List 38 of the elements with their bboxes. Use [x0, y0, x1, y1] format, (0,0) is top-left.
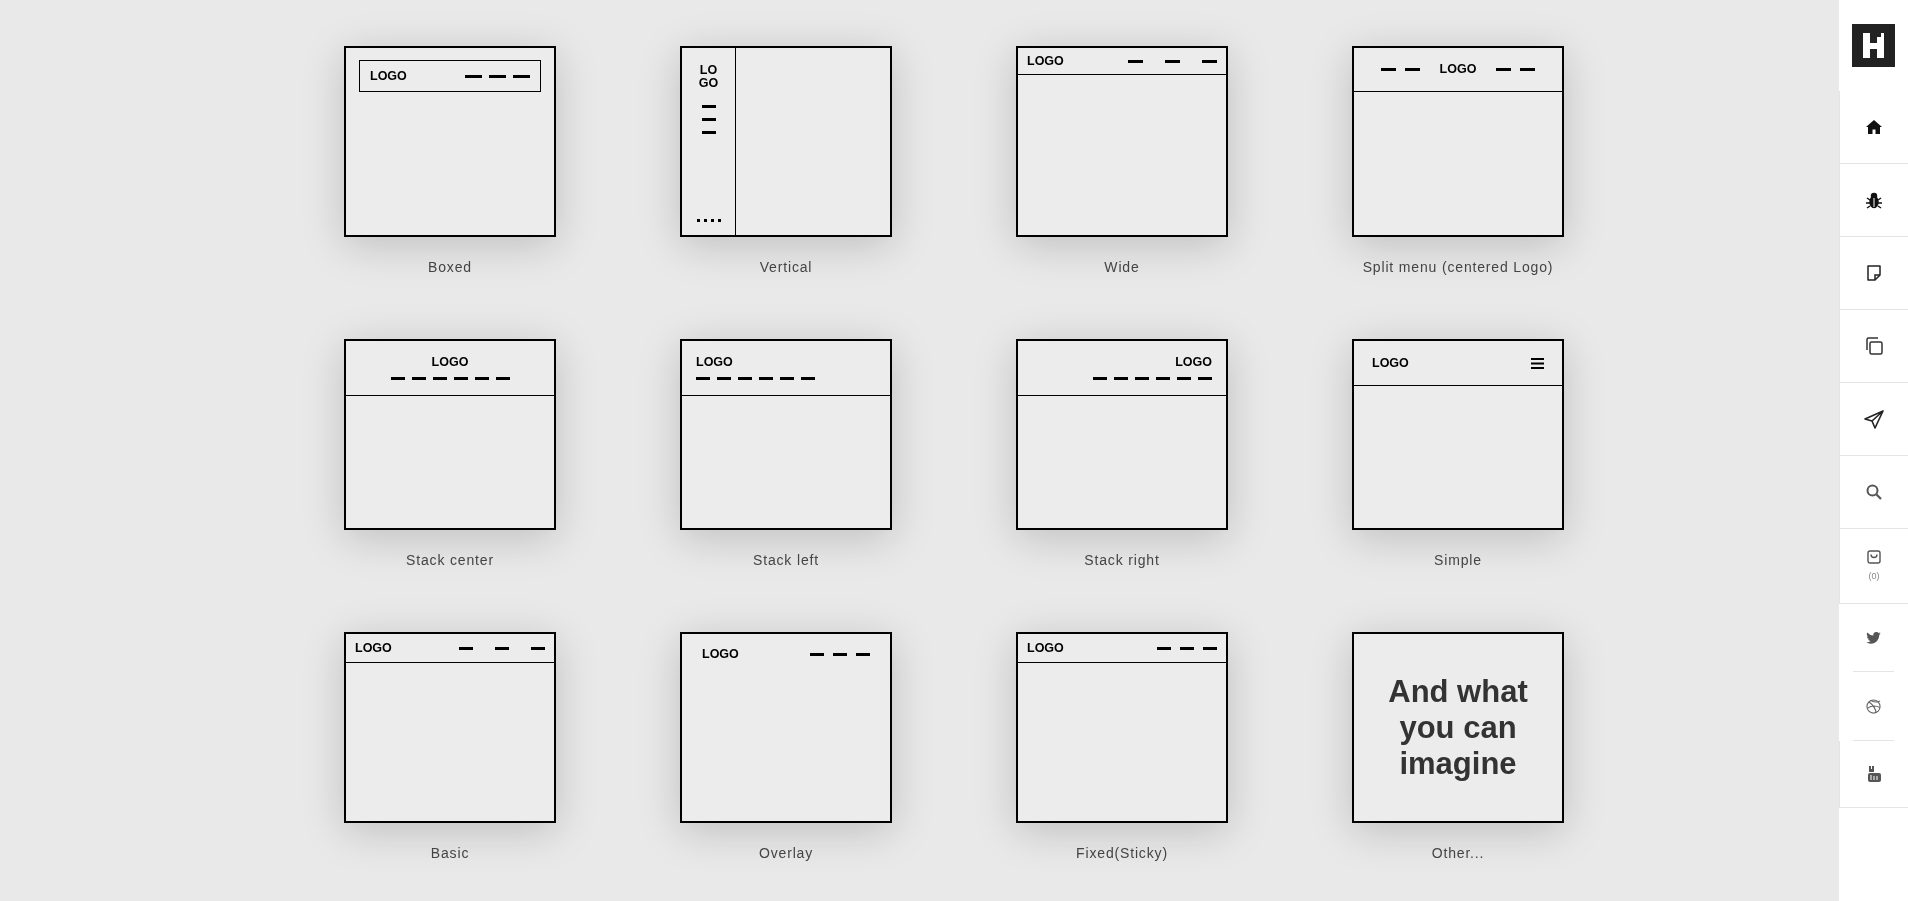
logo-text: LOGO — [1372, 356, 1409, 370]
layout-thumbnail[interactable]: LOGO — [1016, 339, 1228, 530]
layout-label: Overlay — [758, 844, 814, 863]
logo-text: LOGO — [1027, 641, 1064, 655]
logo-text: LOGO — [1027, 54, 1064, 68]
logo-text: LOGO — [697, 64, 720, 89]
layout-label: Stack center — [406, 551, 494, 570]
layout-thumbnail[interactable]: LOGO — [1016, 632, 1228, 823]
logo-text: LOGO — [1175, 355, 1212, 369]
layout-label: Fixed(Sticky) — [1076, 844, 1168, 863]
logo-text: LOGO — [1439, 63, 1477, 76]
layout-label: Boxed — [428, 258, 472, 277]
logo-text: LOGO — [355, 641, 392, 655]
layout-label: Simple — [1434, 551, 1482, 570]
logo-text: LOGO — [702, 647, 739, 661]
layout-label: Other... — [1431, 844, 1485, 863]
sidebar-item[interactable]: (0) — [1839, 529, 1908, 604]
logo-text: LOGO — [696, 355, 733, 369]
logo-text: LOGO — [431, 355, 469, 369]
layout-label: Vertical — [759, 258, 813, 277]
teaser-text: And what you can imagine — [1387, 673, 1529, 782]
layout-label: Wide — [1104, 258, 1140, 277]
layout-thumbnail[interactable]: LOGO — [344, 46, 556, 237]
layout-thumbnail[interactable]: And what you can imagine — [1352, 632, 1564, 823]
layout-label: Split menu (centered Logo) — [1362, 258, 1554, 277]
layout-label: Stack right — [1084, 551, 1160, 570]
layout-thumbnail[interactable]: LOGO — [680, 632, 892, 823]
layout-thumbnail[interactable]: LOGO — [1352, 46, 1564, 237]
cart-count: (0) — [1868, 570, 1880, 584]
layout-label: Stack left — [753, 551, 819, 570]
layout-thumbnail[interactable]: LOGO — [680, 46, 892, 237]
layout-thumbnail[interactable]: LOGO — [1016, 46, 1228, 237]
layout-thumbnail[interactable]: LOGO — [344, 339, 556, 530]
layout-thumbnail[interactable]: LOGO — [680, 339, 892, 530]
layout-thumbnail[interactable]: LOGO — [344, 632, 556, 823]
layout-label: Basic — [430, 844, 470, 863]
logo-text: LOGO — [370, 69, 407, 83]
layout-thumbnail[interactable]: LOGO — [1352, 339, 1564, 530]
